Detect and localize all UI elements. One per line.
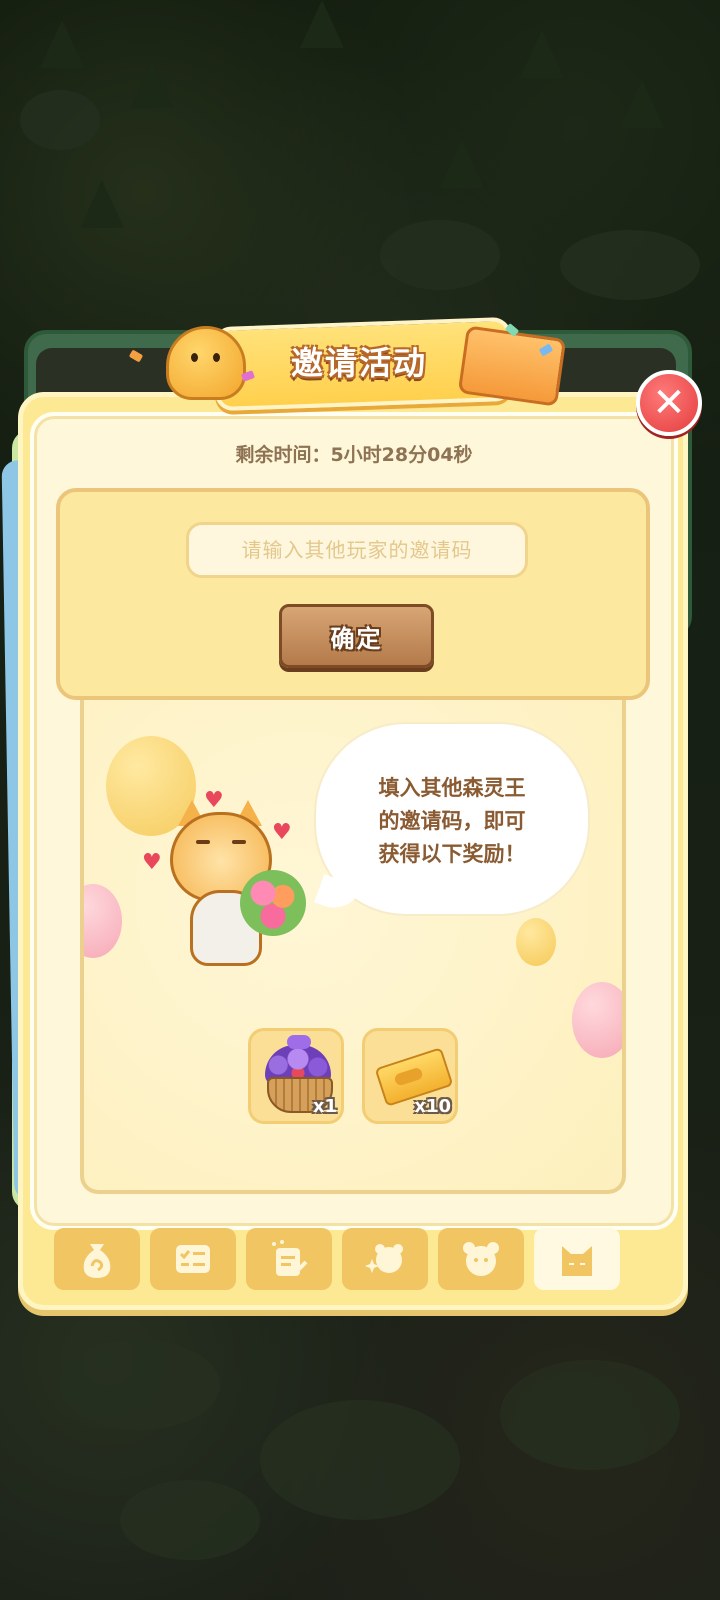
notice-board-icon — [272, 1240, 308, 1276]
heart-icon: ♥ — [142, 850, 162, 875]
popup-title: 邀请活动 — [290, 344, 427, 382]
checklist-icon — [176, 1245, 210, 1273]
tab-cat-face[interactable] — [534, 1228, 620, 1290]
reward-quantity: x10 — [414, 1096, 451, 1117]
reward-item-ticket[interactable]: x10 — [362, 1028, 458, 1124]
pink-balloon-icon — [572, 982, 622, 1058]
close-button[interactable]: ✕ — [636, 370, 702, 436]
tab-sparkle-bear[interactable] — [342, 1228, 428, 1290]
pink-balloon-icon — [84, 884, 122, 958]
confirm-button[interactable]: 确定 — [279, 604, 434, 668]
invite-code-section — [56, 488, 650, 700]
sparkle-bear-icon — [365, 1244, 403, 1273]
tab-money-bag[interactable] — [54, 1228, 140, 1290]
speech-text: 填入其他森灵王 的邀请码，即可 获得以下奖励！ — [340, 772, 564, 871]
tab-notice-board[interactable] — [246, 1228, 332, 1290]
bear-face-icon — [463, 1242, 499, 1276]
cat-face-icon — [562, 1246, 592, 1276]
heart-icon: ♥ — [204, 788, 224, 813]
close-icon: ✕ — [652, 380, 686, 426]
speech-line-3: 获得以下奖励！ — [378, 842, 526, 866]
invite-code-input[interactable] — [186, 522, 528, 578]
money-bag-icon — [83, 1244, 111, 1278]
speech-line-2: 的邀请码，即可 — [378, 809, 526, 833]
yellow-balloon-icon — [516, 918, 556, 966]
speech-line-1: 填入其他森灵王 — [378, 776, 526, 800]
reward-quantity: x1 — [312, 1096, 337, 1117]
remaining-time-text: 剩余时间：5小时28分04秒 — [235, 444, 473, 466]
tab-checklist[interactable] — [150, 1228, 236, 1290]
heart-icon: ♥ — [272, 820, 292, 845]
reward-item-flower-basket[interactable]: x1 — [248, 1028, 344, 1124]
tab-bear-face[interactable] — [438, 1228, 524, 1290]
bow-icon — [287, 1035, 311, 1049]
